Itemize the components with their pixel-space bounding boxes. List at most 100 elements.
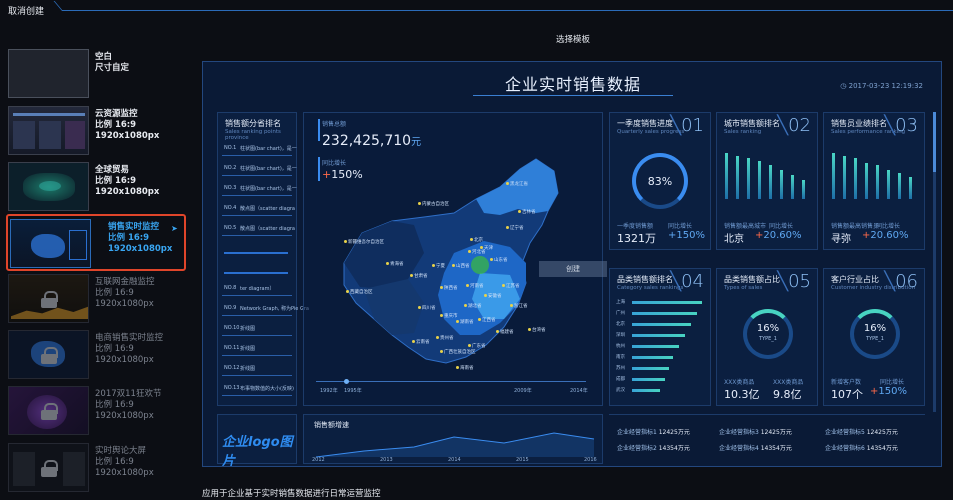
staff-growth-label: 同比增长: [876, 223, 901, 230]
map-point: [506, 226, 509, 229]
rank-number: NO.1: [224, 145, 237, 151]
cancel-create-button[interactable]: 取消创建: [8, 4, 44, 17]
title-underline: [473, 95, 673, 96]
template-thumbnail: [8, 443, 89, 492]
category-bar: [632, 378, 665, 381]
rank-text: Network Graph, 称为Pie Gra: [240, 306, 309, 312]
q1-progress-panel: 一季度销售进度 Quarterly sales progress ╲01 83%…: [609, 112, 711, 250]
template-name: 销售实时监控: [108, 222, 160, 232]
template-thumbnail: [8, 330, 89, 379]
template-thumbnail: [8, 106, 89, 155]
map-region-label: 江苏省: [506, 284, 520, 289]
category-label: 成都: [616, 377, 625, 382]
map-region-label: 广西壮族自治区: [444, 350, 476, 355]
category-label: 上海: [616, 300, 625, 305]
template-thumbnail: [10, 219, 91, 268]
industry-percent: 16%: [863, 323, 887, 334]
panel-subtitle: Sales ranking points province: [225, 129, 281, 141]
ranking-row[interactable]: NO.3 柱状图(bar chart)，是一: [222, 181, 297, 196]
industry-growth-value: +150%: [870, 386, 907, 397]
preview-scrollbar[interactable]: [933, 112, 936, 412]
industry-growth-label: 同比增长: [880, 379, 905, 386]
template-name: 空白: [95, 52, 113, 62]
template-ecommerce-monitor[interactable]: 电商销售实时监控 比例 16:9 1920x1080px: [6, 327, 186, 383]
bar-mark: [876, 165, 879, 199]
lock-icon: [41, 291, 58, 308]
map-region-label: 北京: [474, 238, 483, 243]
template-resolution: 1920x1080px: [95, 131, 160, 141]
trend-panel: 销售额增速 2012 2013 2014 2015 2016: [303, 414, 603, 464]
template-blank[interactable]: 空白 尺寸自定: [6, 46, 186, 102]
category-label: 南京: [616, 355, 625, 360]
panel-number: ╲04: [670, 271, 704, 292]
category-bar: [632, 334, 686, 337]
ranking-row[interactable]: NO.2 柱状图(bar chart)，是一: [222, 161, 297, 176]
template-name: 2017双11狂欢节: [95, 389, 162, 399]
category-label: 武汉: [616, 388, 625, 393]
q1-sales-value: 1321万: [617, 232, 656, 245]
map-point: [410, 274, 413, 277]
bar-mark: [780, 170, 783, 199]
top-city-value: 北京: [724, 234, 744, 245]
create-button[interactable]: 创建: [539, 261, 607, 277]
template-public-opinion[interactable]: 实时舆论大屏 比例 16:9 1920x1080px: [6, 440, 186, 496]
template-sales-monitor[interactable]: 销售实时监控 比例 16:9 1920x1080px ➤: [6, 214, 186, 271]
map-region-label: 福建省: [500, 330, 514, 335]
ranking-row[interactable]: NO.10 折线图: [222, 321, 292, 336]
map-point: [490, 258, 493, 261]
template-ratio: 比例 16:9: [95, 344, 134, 354]
progress-percent: 83%: [647, 175, 673, 188]
ranking-row[interactable]: NO.11 折线图: [222, 341, 292, 356]
ranking-row[interactable]: [222, 241, 292, 256]
city-ranking-panel: 城市销售额排名 Sales ranking ╲02 销售额最高城市 北京 同比增…: [716, 112, 818, 250]
map-point: [418, 202, 421, 205]
rank-text: ter diagram）: [240, 286, 275, 292]
bar-mark: [832, 153, 835, 199]
lock-icon: [41, 460, 58, 477]
map-point: [468, 344, 471, 347]
map-point: [484, 294, 487, 297]
trend-year-label: 2015: [516, 457, 529, 463]
logo-panel: 企业logo图片: [217, 414, 297, 466]
template-name: 全球贸易: [95, 165, 130, 175]
rank-number: NO.3: [224, 185, 237, 191]
map-region-label: 河南省: [470, 284, 484, 289]
rank-text: 折线图: [240, 346, 256, 352]
map-region-label: 四川省: [422, 306, 436, 311]
template-fintech-monitor[interactable]: 互联网金融监控 比例 16:9 1920x1080px: [6, 271, 186, 327]
template-global-trade[interactable]: 全球贸易 比例 16:9 1920x1080px: [6, 159, 186, 215]
top-staff-label: 销售额最高销售员: [831, 223, 880, 230]
panel-number: ╲01: [670, 115, 704, 136]
ranking-row[interactable]: NO.1 柱状图(bar chart)，是一: [222, 141, 297, 156]
map-point: [344, 240, 347, 243]
panel-number: ╲02: [777, 115, 811, 136]
map-region-label: 山东省: [494, 258, 508, 263]
lock-icon: [41, 403, 58, 420]
ranking-row[interactable]: NO.9 Network Graph, 称为Pie Gra: [222, 301, 309, 316]
panel-subtitle: Types of sales: [724, 285, 763, 291]
topbar: 取消创建: [0, 0, 953, 22]
bar-mark: [758, 160, 761, 199]
staff-ranking-panel: 销售员业绩排名 Sales performance ranking ╲03 销售…: [823, 112, 925, 250]
lock-icon: [41, 347, 58, 364]
ranking-row[interactable]: NO.12 折线图: [222, 361, 292, 376]
template-thumbnail: [8, 274, 89, 323]
template-resolution: 1920x1080px: [95, 411, 154, 421]
ranking-row[interactable]: NO.5 散点图（scatter diagra: [222, 221, 295, 236]
map-region-label: 山西省: [456, 264, 470, 269]
rank-bar: [224, 252, 288, 254]
rank-bar: [224, 272, 288, 274]
category-label: 苏州: [616, 366, 625, 371]
map-region-label: 浙江省: [514, 304, 528, 309]
template-thumbnail: [8, 49, 89, 98]
bar-mark: [747, 158, 750, 199]
category-share-panel: 品类销售额占比 Types of sales ╲05 16% TYPE_1 XX…: [716, 268, 818, 406]
template-cloud-monitor[interactable]: 云资源监控 比例 16:9 1920x1080px: [6, 103, 186, 159]
ranking-row[interactable]: NO.13 布事物数值的大小(反映): [222, 381, 294, 396]
ranking-row[interactable]: NO.4 散点图（scatter diagra: [222, 201, 295, 216]
panel-number: ╲05: [777, 271, 811, 292]
template-double11[interactable]: 2017双11狂欢节 比例 16:9 1920x1080px: [6, 383, 186, 439]
ranking-row[interactable]: NO.8 ter diagram）: [222, 281, 292, 296]
map-region-label: 陕西省: [444, 286, 458, 291]
ranking-row[interactable]: [222, 261, 292, 276]
